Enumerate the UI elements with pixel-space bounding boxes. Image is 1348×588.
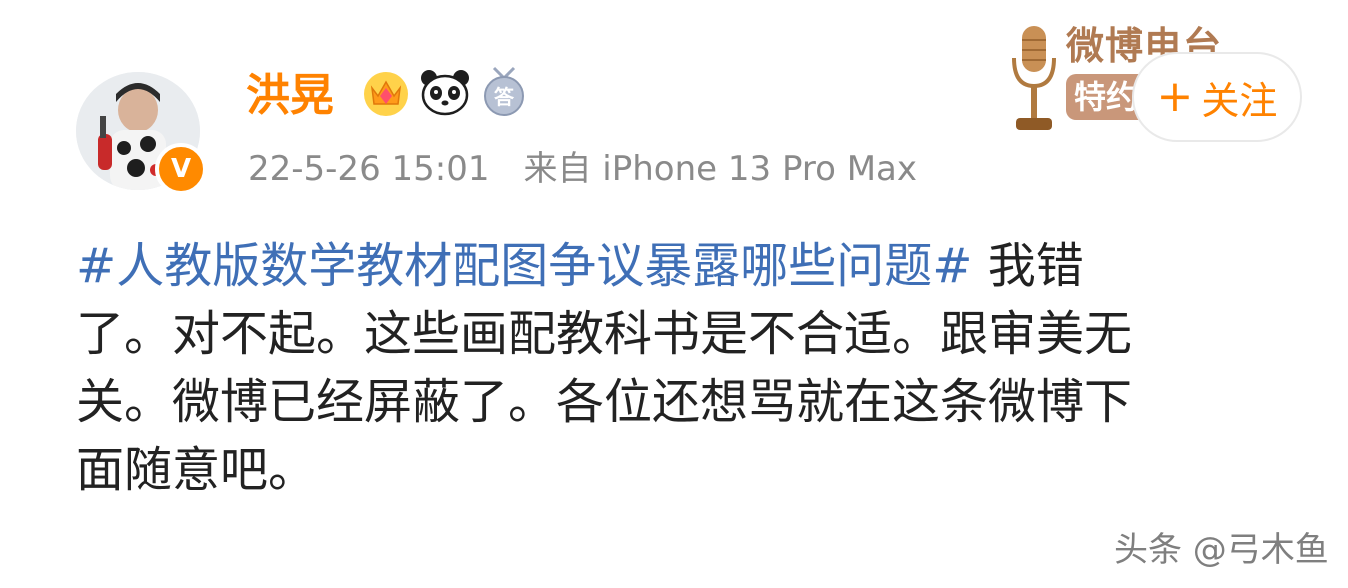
answer-badge-text: 答 — [494, 85, 515, 109]
post-source: 来自 iPhone 13 Pro Max — [523, 149, 918, 189]
post-line-4: 面随意吧。 — [76, 442, 317, 498]
answer-badge-icon: 答 — [484, 66, 524, 116]
microphone-icon — [1012, 26, 1056, 130]
post-line-2: 了。对不起。这些画配教科书是不合适。跟审美无 — [76, 306, 1133, 362]
crown-badge-icon — [364, 72, 408, 116]
follow-button-label: 关注 — [1201, 78, 1278, 123]
source-watermark: 头条 @弓木鱼 — [1114, 530, 1329, 570]
username[interactable]: 洪晃 — [246, 68, 334, 124]
verified-badge-icon: V — [155, 143, 207, 195]
post-line-3: 关。微博已经屏蔽了。各位还想骂就在这条微博下 — [76, 374, 1133, 430]
follow-button[interactable]: + 关注 — [1132, 52, 1302, 142]
plus-icon: + — [1156, 71, 1194, 122]
post-line-1: #人教版数学教材配图争议暴露哪些问题# 我错 — [76, 232, 1316, 300]
post-time[interactable]: 22-5-26 15:01 — [248, 149, 490, 189]
post-text: #人教版数学教材配图争议暴露哪些问题# 我错 了。对不起。这些画配教科书是不合适… — [76, 232, 1316, 504]
post-meta: 22-5-26 15:01 来自 iPhone 13 Pro Max — [248, 146, 917, 192]
weibo-radio-tag-label: 特约 — [1074, 78, 1139, 116]
post-line-1-text: 我错 — [972, 238, 1084, 294]
panda-badge-icon — [421, 70, 469, 116]
post-hashtag[interactable]: #人教版数学教材配图争议暴露哪些问题# — [76, 238, 972, 294]
